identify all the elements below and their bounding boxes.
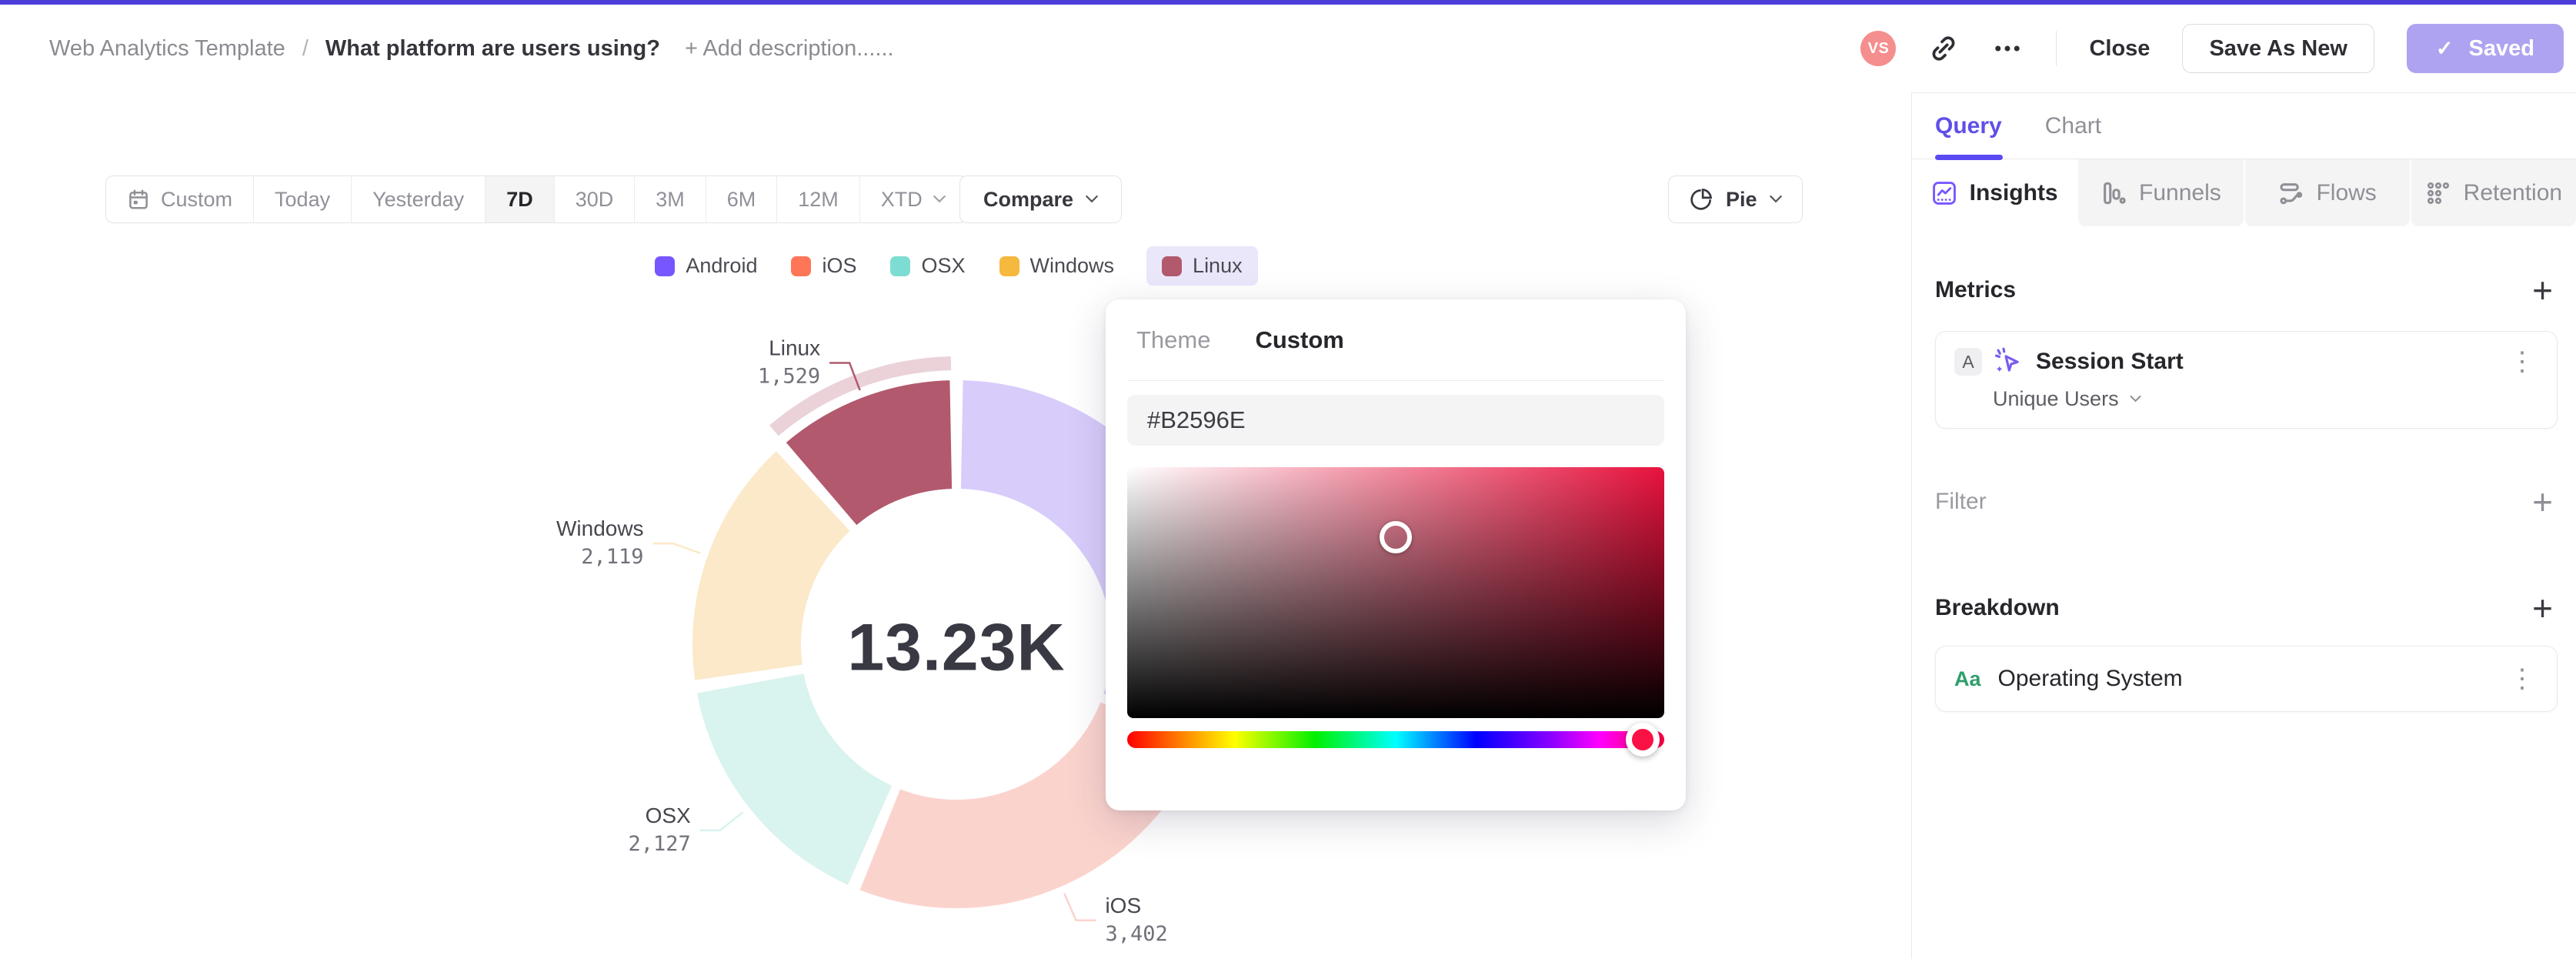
analysis-type-tabs: Insights Funnels Flows Retention: [1912, 159, 2576, 226]
pie-label-line: [1063, 893, 1096, 922]
series-badge: A: [1954, 348, 1982, 376]
metric-card-row: A Session Start ⋮: [1954, 347, 2538, 376]
saturation-value-area[interactable]: [1127, 467, 1664, 718]
hex-color-input[interactable]: [1127, 395, 1664, 446]
pie-label-value: 2,119: [581, 545, 643, 569]
tab-retention-label: Retention: [2463, 179, 2563, 206]
insights-icon: [1931, 180, 1957, 206]
share-link-icon[interactable]: [1928, 33, 1959, 64]
flows-icon: [2277, 180, 2304, 206]
hue-slider[interactable]: [1127, 723, 1664, 757]
more-options-icon[interactable]: [1991, 32, 2024, 65]
breakdown-kebab-menu[interactable]: ⋮: [2506, 666, 2538, 692]
panel-body: Metrics + A Session Start ⋮ Unique Users: [1912, 272, 2576, 712]
saved-button[interactable]: ✓ Saved: [2406, 24, 2564, 73]
metric-aggregation-dropdown[interactable]: Unique Users: [1993, 387, 2538, 411]
pie-label-name: iOS: [1105, 894, 1141, 917]
tab-funnels[interactable]: Funnels: [2077, 159, 2244, 226]
panel-tabs: Query Chart: [1912, 93, 2576, 160]
tab-custom[interactable]: Custom: [1255, 326, 1343, 354]
query-panel: Query Chart Insights Funnels Flows Reten…: [1911, 92, 2576, 959]
breadcrumb: Web Analytics Template / What platform a…: [49, 36, 894, 62]
report-title[interactable]: What platform are users using?: [325, 36, 660, 62]
tab-flows[interactable]: Flows: [2243, 159, 2410, 226]
tab-flows-label: Flows: [2316, 179, 2377, 206]
breakdown-section-header: Breakdown +: [1935, 590, 2558, 626]
metrics-section-header: Metrics +: [1935, 272, 2558, 308]
add-breakdown-button[interactable]: +: [2528, 590, 2558, 626]
add-description-button[interactable]: + Add description......: [685, 36, 894, 62]
color-picker-popup: Theme Custom: [1106, 299, 1686, 810]
aggregation-label: Unique Users: [1993, 387, 2119, 410]
breakdown-heading: Breakdown: [1935, 595, 2060, 620]
pie-label-name: OSX: [646, 804, 691, 827]
add-metric-button[interactable]: +: [2528, 272, 2558, 308]
chevron-down-icon: [2130, 396, 2141, 403]
tab-funnels-label: Funnels: [2139, 179, 2221, 206]
tab-query[interactable]: Query: [1935, 113, 2002, 139]
retention-icon: [2425, 180, 2451, 206]
filter-section-header: Filter +: [1935, 484, 2558, 520]
tab-insights-label: Insights: [1969, 179, 2058, 206]
tab-chart[interactable]: Chart: [2045, 113, 2101, 139]
pie-label-value: 1,529: [758, 364, 820, 388]
saved-label: Saved: [2468, 35, 2534, 61]
close-button[interactable]: Close: [2089, 36, 2150, 62]
breadcrumb-root-link[interactable]: Web Analytics Template: [49, 36, 285, 62]
app-root: Web Analytics Template / What platform a…: [0, 0, 2576, 959]
funnels-icon: [2101, 180, 2127, 206]
pie-label-value: 2,127: [628, 832, 690, 856]
active-tab-underline: [1935, 155, 2003, 160]
breadcrumb-separator: /: [302, 35, 309, 61]
hue-slider-thumb[interactable]: [1626, 723, 1660, 757]
add-filter-button[interactable]: +: [2528, 484, 2558, 520]
tab-theme[interactable]: Theme: [1136, 326, 1210, 354]
breakdown-card[interactable]: Aa Operating System ⋮: [1935, 646, 2558, 712]
filter-heading: Filter: [1935, 489, 1987, 514]
breakdown-property-name: Operating System: [1997, 666, 2183, 691]
metric-event-name: Session Start: [2036, 349, 2184, 374]
pie-slice-osx[interactable]: [693, 670, 896, 889]
pie-label-name: Linux: [769, 336, 820, 359]
pie-label-value: 3,402: [1105, 922, 1167, 946]
metric-card[interactable]: A Session Start ⋮ Unique Users: [1935, 331, 2558, 429]
header-divider: [2056, 31, 2057, 66]
pie-label-line: [652, 542, 701, 554]
color-cursor-handle[interactable]: [1380, 521, 1412, 554]
check-icon: ✓: [2435, 36, 2454, 60]
save-as-new-button[interactable]: Save As New: [2182, 24, 2374, 73]
metrics-heading: Metrics: [1935, 277, 2017, 302]
tab-retention[interactable]: Retention: [2409, 159, 2576, 226]
header: Web Analytics Template / What platform a…: [0, 5, 2576, 92]
color-picker-tabs: Theme Custom: [1127, 299, 1664, 381]
pie-label-line: [699, 811, 744, 832]
string-property-icon: Aa: [1954, 667, 1981, 690]
tab-insights[interactable]: Insights: [1912, 159, 2077, 226]
avatar[interactable]: VS: [1860, 31, 1897, 66]
pie-label-name: Windows: [556, 516, 644, 540]
donut-total-label: 13.23K: [847, 610, 1066, 685]
event-sparkle-icon: [1994, 347, 2024, 376]
metric-kebab-menu[interactable]: ⋮: [2506, 349, 2538, 375]
header-actions: VS Close Save As New ✓ Saved: [1860, 24, 2564, 73]
